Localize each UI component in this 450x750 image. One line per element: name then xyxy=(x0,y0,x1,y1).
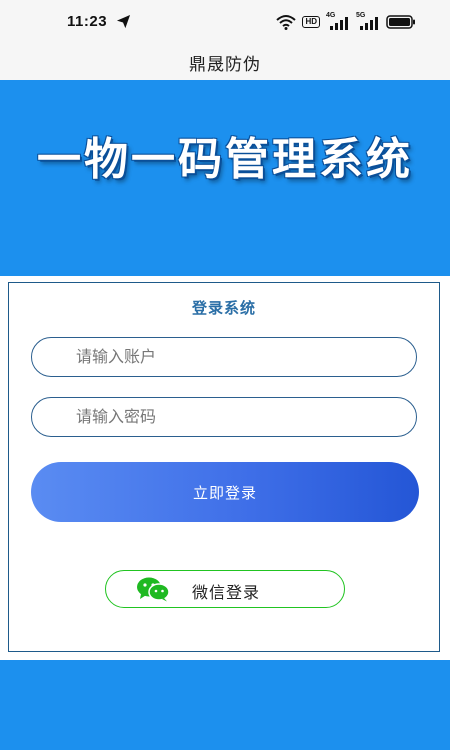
login-button[interactable]: 立即登录 xyxy=(31,462,419,522)
login-panel-title: 登录系统 xyxy=(191,299,256,317)
status-bar: 11:23 HD 4G 5G xyxy=(0,0,450,44)
send-icon xyxy=(116,14,131,29)
wechat-login-label: 微信登录 xyxy=(192,583,261,602)
status-icons: HD 4G 5G xyxy=(276,12,416,31)
banner-title: 一物一码管理系统 xyxy=(37,134,413,185)
signal-sim2-icon: 5G xyxy=(356,12,380,30)
login-button-label: 立即登录 xyxy=(192,483,257,502)
wechat-login-button[interactable]: 微信登录 xyxy=(105,570,345,608)
hd-badge: HD xyxy=(302,16,320,28)
account-input[interactable]: 请输入账户 xyxy=(31,337,417,377)
signal-sim1-icon: 4G xyxy=(326,12,350,30)
bottom-band xyxy=(0,660,450,750)
password-input[interactable]: 请输入密码 xyxy=(31,397,417,437)
login-panel: 登录系统 请输入账户 请输入密码 立即登录 微信登录 xyxy=(8,282,440,652)
status-time: 11:23 xyxy=(67,13,108,30)
page-title: 鼎晟防伪 xyxy=(189,54,261,75)
battery-icon xyxy=(386,15,415,29)
wifi-icon xyxy=(276,15,297,30)
wechat-icon xyxy=(137,577,170,602)
app-header: 鼎晟防伪 xyxy=(0,44,450,80)
